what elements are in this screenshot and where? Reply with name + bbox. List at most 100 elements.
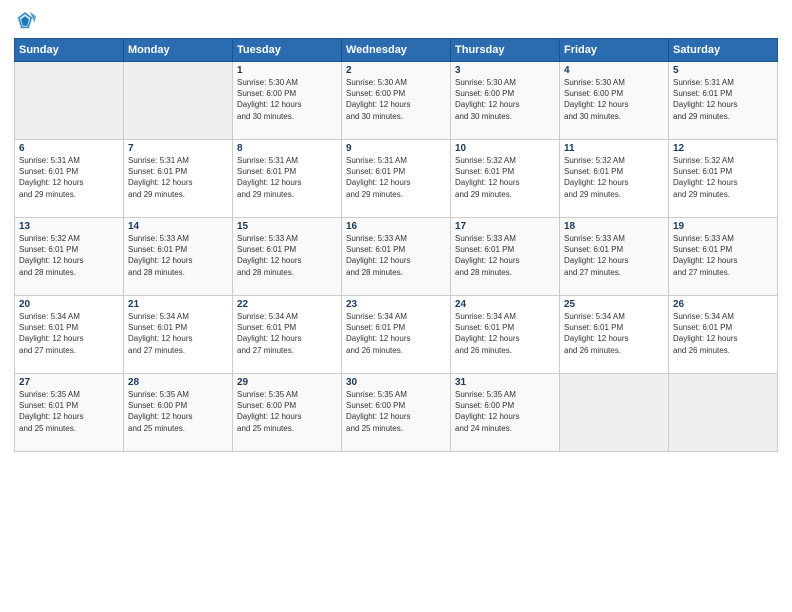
day-number: 6 <box>19 143 119 154</box>
calendar-cell: 1Sunrise: 5:30 AM Sunset: 6:00 PM Daylig… <box>233 62 342 140</box>
day-info: Sunrise: 5:31 AM Sunset: 6:01 PM Dayligh… <box>346 155 446 200</box>
calendar-cell: 2Sunrise: 5:30 AM Sunset: 6:00 PM Daylig… <box>342 62 451 140</box>
day-info: Sunrise: 5:35 AM Sunset: 6:00 PM Dayligh… <box>455 389 555 434</box>
day-number: 28 <box>128 377 228 388</box>
day-info: Sunrise: 5:34 AM Sunset: 6:01 PM Dayligh… <box>237 311 337 356</box>
day-info: Sunrise: 5:34 AM Sunset: 6:01 PM Dayligh… <box>128 311 228 356</box>
day-number: 24 <box>455 299 555 310</box>
day-number: 22 <box>237 299 337 310</box>
day-info: Sunrise: 5:35 AM Sunset: 6:00 PM Dayligh… <box>346 389 446 434</box>
calendar-cell: 26Sunrise: 5:34 AM Sunset: 6:01 PM Dayli… <box>669 296 778 374</box>
calendar-cell: 3Sunrise: 5:30 AM Sunset: 6:00 PM Daylig… <box>451 62 560 140</box>
column-header-wednesday: Wednesday <box>342 39 451 62</box>
logo-icon <box>14 10 36 32</box>
day-info: Sunrise: 5:32 AM Sunset: 6:01 PM Dayligh… <box>455 155 555 200</box>
calendar-week-1: 1Sunrise: 5:30 AM Sunset: 6:00 PM Daylig… <box>15 62 778 140</box>
day-number: 18 <box>564 221 664 232</box>
day-number: 9 <box>346 143 446 154</box>
page-container: SundayMondayTuesdayWednesdayThursdayFrid… <box>0 0 792 612</box>
column-header-friday: Friday <box>560 39 669 62</box>
calendar-cell: 6Sunrise: 5:31 AM Sunset: 6:01 PM Daylig… <box>15 140 124 218</box>
calendar-cell <box>669 374 778 452</box>
day-info: Sunrise: 5:34 AM Sunset: 6:01 PM Dayligh… <box>346 311 446 356</box>
day-info: Sunrise: 5:33 AM Sunset: 6:01 PM Dayligh… <box>564 233 664 278</box>
calendar-cell: 13Sunrise: 5:32 AM Sunset: 6:01 PM Dayli… <box>15 218 124 296</box>
calendar-cell: 4Sunrise: 5:30 AM Sunset: 6:00 PM Daylig… <box>560 62 669 140</box>
calendar-cell: 22Sunrise: 5:34 AM Sunset: 6:01 PM Dayli… <box>233 296 342 374</box>
day-number: 23 <box>346 299 446 310</box>
day-info: Sunrise: 5:34 AM Sunset: 6:01 PM Dayligh… <box>455 311 555 356</box>
day-info: Sunrise: 5:32 AM Sunset: 6:01 PM Dayligh… <box>19 233 119 278</box>
calendar-header-row: SundayMondayTuesdayWednesdayThursdayFrid… <box>15 39 778 62</box>
column-header-saturday: Saturday <box>669 39 778 62</box>
day-info: Sunrise: 5:32 AM Sunset: 6:01 PM Dayligh… <box>564 155 664 200</box>
column-header-tuesday: Tuesday <box>233 39 342 62</box>
day-info: Sunrise: 5:35 AM Sunset: 6:00 PM Dayligh… <box>128 389 228 434</box>
calendar-cell: 25Sunrise: 5:34 AM Sunset: 6:01 PM Dayli… <box>560 296 669 374</box>
column-header-monday: Monday <box>124 39 233 62</box>
day-info: Sunrise: 5:30 AM Sunset: 6:00 PM Dayligh… <box>455 77 555 122</box>
calendar-cell: 9Sunrise: 5:31 AM Sunset: 6:01 PM Daylig… <box>342 140 451 218</box>
calendar-cell: 18Sunrise: 5:33 AM Sunset: 6:01 PM Dayli… <box>560 218 669 296</box>
day-info: Sunrise: 5:34 AM Sunset: 6:01 PM Dayligh… <box>19 311 119 356</box>
calendar-cell: 23Sunrise: 5:34 AM Sunset: 6:01 PM Dayli… <box>342 296 451 374</box>
calendar-cell <box>560 374 669 452</box>
day-number: 21 <box>128 299 228 310</box>
column-header-sunday: Sunday <box>15 39 124 62</box>
calendar-cell: 16Sunrise: 5:33 AM Sunset: 6:01 PM Dayli… <box>342 218 451 296</box>
day-info: Sunrise: 5:33 AM Sunset: 6:01 PM Dayligh… <box>455 233 555 278</box>
calendar-cell: 24Sunrise: 5:34 AM Sunset: 6:01 PM Dayli… <box>451 296 560 374</box>
day-info: Sunrise: 5:31 AM Sunset: 6:01 PM Dayligh… <box>237 155 337 200</box>
day-number: 8 <box>237 143 337 154</box>
day-info: Sunrise: 5:31 AM Sunset: 6:01 PM Dayligh… <box>128 155 228 200</box>
column-header-thursday: Thursday <box>451 39 560 62</box>
day-number: 12 <box>673 143 773 154</box>
day-info: Sunrise: 5:31 AM Sunset: 6:01 PM Dayligh… <box>673 77 773 122</box>
day-info: Sunrise: 5:35 AM Sunset: 6:00 PM Dayligh… <box>237 389 337 434</box>
day-number: 16 <box>346 221 446 232</box>
calendar-cell: 30Sunrise: 5:35 AM Sunset: 6:00 PM Dayli… <box>342 374 451 452</box>
calendar-cell: 14Sunrise: 5:33 AM Sunset: 6:01 PM Dayli… <box>124 218 233 296</box>
day-number: 15 <box>237 221 337 232</box>
calendar-cell: 15Sunrise: 5:33 AM Sunset: 6:01 PM Dayli… <box>233 218 342 296</box>
logo <box>14 10 40 32</box>
calendar-cell: 10Sunrise: 5:32 AM Sunset: 6:01 PM Dayli… <box>451 140 560 218</box>
calendar-cell: 8Sunrise: 5:31 AM Sunset: 6:01 PM Daylig… <box>233 140 342 218</box>
day-number: 3 <box>455 65 555 76</box>
calendar-week-2: 6Sunrise: 5:31 AM Sunset: 6:01 PM Daylig… <box>15 140 778 218</box>
calendar-week-5: 27Sunrise: 5:35 AM Sunset: 6:01 PM Dayli… <box>15 374 778 452</box>
day-info: Sunrise: 5:33 AM Sunset: 6:01 PM Dayligh… <box>346 233 446 278</box>
calendar-body: 1Sunrise: 5:30 AM Sunset: 6:00 PM Daylig… <box>15 62 778 452</box>
day-number: 13 <box>19 221 119 232</box>
day-number: 2 <box>346 65 446 76</box>
day-info: Sunrise: 5:33 AM Sunset: 6:01 PM Dayligh… <box>673 233 773 278</box>
day-info: Sunrise: 5:35 AM Sunset: 6:01 PM Dayligh… <box>19 389 119 434</box>
day-info: Sunrise: 5:34 AM Sunset: 6:01 PM Dayligh… <box>673 311 773 356</box>
day-number: 14 <box>128 221 228 232</box>
day-number: 10 <box>455 143 555 154</box>
day-number: 31 <box>455 377 555 388</box>
day-info: Sunrise: 5:34 AM Sunset: 6:01 PM Dayligh… <box>564 311 664 356</box>
day-number: 7 <box>128 143 228 154</box>
calendar-cell: 5Sunrise: 5:31 AM Sunset: 6:01 PM Daylig… <box>669 62 778 140</box>
calendar-week-3: 13Sunrise: 5:32 AM Sunset: 6:01 PM Dayli… <box>15 218 778 296</box>
day-info: Sunrise: 5:31 AM Sunset: 6:01 PM Dayligh… <box>19 155 119 200</box>
day-number: 19 <box>673 221 773 232</box>
header <box>14 10 778 32</box>
day-info: Sunrise: 5:30 AM Sunset: 6:00 PM Dayligh… <box>564 77 664 122</box>
calendar-cell: 31Sunrise: 5:35 AM Sunset: 6:00 PM Dayli… <box>451 374 560 452</box>
day-number: 20 <box>19 299 119 310</box>
calendar-cell: 29Sunrise: 5:35 AM Sunset: 6:00 PM Dayli… <box>233 374 342 452</box>
day-number: 11 <box>564 143 664 154</box>
calendar-cell: 19Sunrise: 5:33 AM Sunset: 6:01 PM Dayli… <box>669 218 778 296</box>
calendar-cell: 21Sunrise: 5:34 AM Sunset: 6:01 PM Dayli… <box>124 296 233 374</box>
day-number: 1 <box>237 65 337 76</box>
day-number: 17 <box>455 221 555 232</box>
calendar-cell <box>124 62 233 140</box>
day-number: 5 <box>673 65 773 76</box>
calendar-cell: 27Sunrise: 5:35 AM Sunset: 6:01 PM Dayli… <box>15 374 124 452</box>
day-number: 26 <box>673 299 773 310</box>
calendar-table: SundayMondayTuesdayWednesdayThursdayFrid… <box>14 38 778 452</box>
day-info: Sunrise: 5:30 AM Sunset: 6:00 PM Dayligh… <box>237 77 337 122</box>
calendar-cell: 17Sunrise: 5:33 AM Sunset: 6:01 PM Dayli… <box>451 218 560 296</box>
